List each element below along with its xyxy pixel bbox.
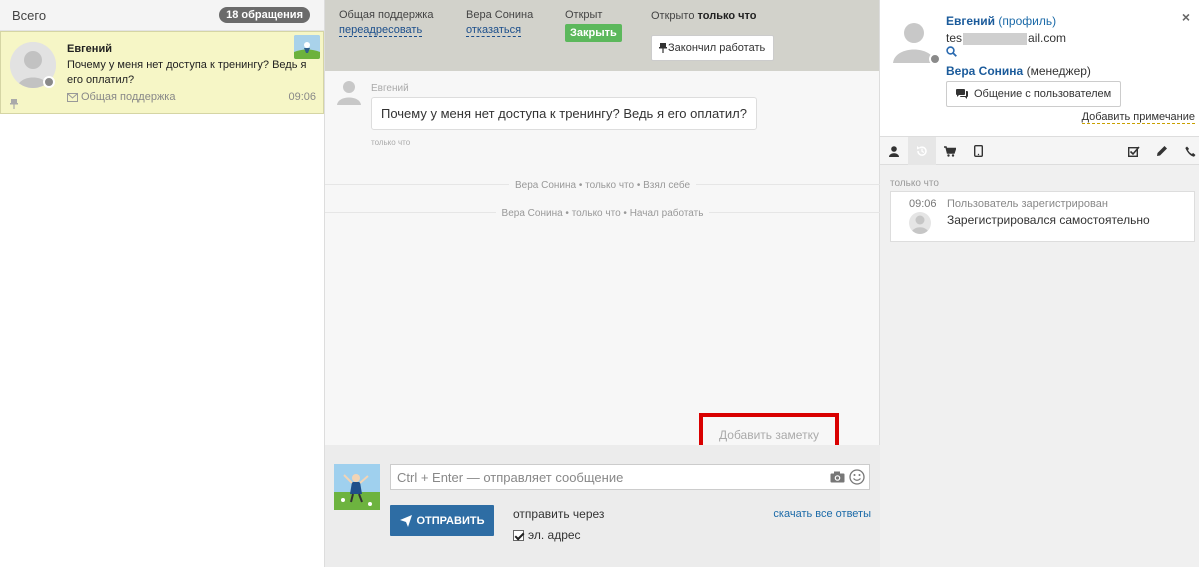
message-input-placeholder: Ctrl + Enter — отправляет сообщение [397,470,624,485]
department-block: Общая поддержка переадресовать [339,9,433,37]
agent-avatar [334,464,380,510]
finish-work-label: Закончил работать [668,42,766,54]
email-channel-option[interactable]: эл. адрес [513,528,581,542]
send-button[interactable]: ОТПРАВИТЬ [390,505,494,536]
pin-icon[interactable] [10,99,18,109]
chat-area: Евгений Почему у меня нет доступа к трен… [325,71,880,457]
message-composer: Ctrl + Enter — отправляет сообщение ОТПР… [325,445,880,567]
chat-event: Вера Сонина • только что • Взял себе [325,177,880,191]
close-icon[interactable]: × [1182,9,1190,25]
message-input[interactable]: Ctrl + Enter — отправляет сообщение [390,464,870,490]
close-ticket-button[interactable]: Закрыть [565,24,622,42]
ticket-channel-label: Общая поддержка [81,91,176,103]
agent-name: Вера Сонина [466,9,534,21]
manager-name[interactable]: Вера Сонина [946,64,1023,78]
chat-event-text: Вера Сонина • только что • Начал работат… [495,208,710,219]
activity-when: только что [890,178,939,189]
department-label: Общая поддержка [339,9,434,21]
profile-email-start: tes [946,31,963,45]
activity-time: 09:06 [909,198,937,210]
status-label: Открыт [565,9,603,21]
send-via-label: отправить через [513,507,605,521]
user-profile: Евгений (профиль) tes ail.com Вера Сонина… [880,0,1199,137]
search-icon[interactable] [946,46,957,57]
channel-avatar [294,35,320,59]
ticket-channel: Общая поддержка [67,91,175,103]
finish-work-button[interactable]: Закончил работать [651,35,775,61]
tablet-icon[interactable] [964,137,992,165]
history-icon[interactable] [908,137,936,165]
user-panel: Евгений (профиль) tes ail.com Вера Сонина… [880,0,1199,567]
agent-block: Вера Сонина отказаться [466,9,533,37]
message-author: Евгений [371,83,409,94]
opened-when: только что [697,10,757,22]
smile-icon[interactable] [849,469,865,485]
ticket-time: 09:06 [288,91,316,103]
user-avatar-icon [337,79,361,107]
tickets-panel: Всего 18 обращения Евгений Почему у меня… [0,0,325,567]
profile-link[interactable]: (профиль) [998,14,1056,28]
contact-user-label: Общение с пользователем [974,88,1112,100]
email-checkbox[interactable] [513,529,524,541]
add-remark-link[interactable]: Добавить примечание [1081,111,1195,124]
checklist-icon[interactable] [1120,137,1148,165]
tickets-title: Всего [12,7,47,23]
pin-icon [659,43,667,54]
email-checkbox-label: эл. адрес [528,528,581,542]
activity-title: Пользователь зарегистрирован [947,198,1108,210]
ticket-message: Почему у меня нет доступа к тренингу? Ве… [67,59,307,86]
redirect-link[interactable]: переадресовать [339,24,423,37]
send-button-label: ОТПРАВИТЬ [416,514,485,527]
ticket-info-bar: Общая поддержка переадресовать Вера Сони… [325,0,879,71]
opened-status: Открыто только что [651,10,756,22]
tickets-header: Всего 18 обращения [0,0,324,31]
user-tabs [880,137,1199,165]
profile-name[interactable]: Евгений [946,14,995,28]
ticket-item[interactable]: Евгений Почему у меня нет доступа к трен… [0,31,324,114]
profile-presence-dot [929,53,941,65]
email-redaction [963,32,1028,45]
phone-icon[interactable] [1176,137,1199,165]
profile-name-line: Евгений (профиль) [946,14,1056,28]
profile-manager-line: Вера Сонина (менеджер) [946,64,1091,78]
status-block: Открыт Закрыть [565,9,622,42]
download-answers-link[interactable]: скачать все ответы [773,508,871,520]
message-bubble: Почему у меня нет доступа к тренингу? Ве… [371,97,757,130]
opened-prefix: Открыто [651,10,695,22]
conversation-panel: Общая поддержка переадресовать Вера Сони… [325,0,880,567]
profile-email: tes ail.com [946,31,1066,45]
tickets-count-badge[interactable]: 18 обращения [219,7,310,23]
camera-icon[interactable] [830,471,845,483]
decline-link[interactable]: отказаться [466,24,522,37]
ticket-presence-dot [43,76,55,88]
comments-icon [956,89,968,99]
user-icon[interactable] [880,137,908,165]
pencil-icon[interactable] [1148,137,1176,165]
chat-event: Вера Сонина • только что • Начал работат… [325,205,880,219]
activity-avatar [909,212,931,234]
profile-email-end: ail.com [1028,31,1067,45]
cart-icon[interactable] [936,137,964,165]
activity-card: 09:06 Пользователь зарегистрирован Зарег… [890,191,1195,242]
ticket-name: Евгений [67,43,112,55]
manager-role: (менеджер) [1026,64,1091,78]
paper-plane-icon [399,514,412,527]
contact-user-button[interactable]: Общение с пользователем [946,81,1122,107]
envelope-icon [67,92,78,102]
message-time: только что [371,138,411,147]
activity-text: Зарегистрировался самостоятельно [947,213,1150,227]
chat-event-text: Вера Сонина • только что • Взял себе [508,180,697,191]
